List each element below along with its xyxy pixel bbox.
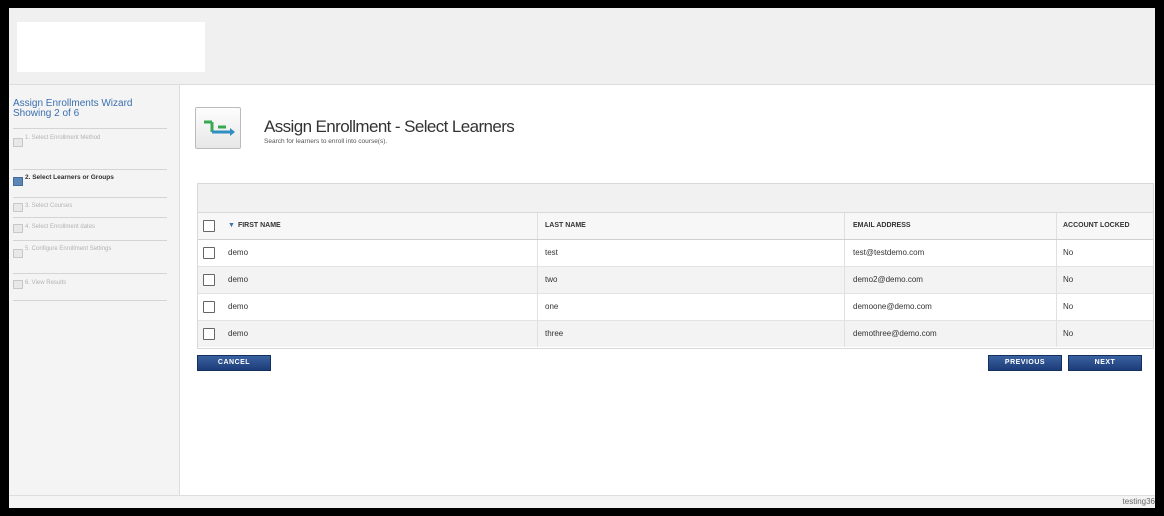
cell-email: test@testdemo.com — [853, 248, 925, 257]
wizard-progress-label: Showing 2 of 6 — [13, 108, 80, 119]
column-header-last-name[interactable]: LAST NAME — [545, 213, 586, 239]
step-checkbox-icon — [13, 138, 23, 147]
step-checkbox-icon — [13, 203, 23, 212]
step-label: 5. Configure Enrollment Settings — [25, 246, 112, 252]
step-checkbox-icon — [13, 249, 23, 258]
column-divider — [537, 240, 538, 266]
sort-desc-icon: ▼ — [228, 222, 235, 229]
footer-text: testing36 — [1122, 497, 1155, 506]
table-row[interactable]: demo two demo2@demo.com No — [198, 267, 1153, 294]
cell-first-name: demo — [228, 275, 249, 284]
column-divider — [1056, 240, 1057, 266]
cell-account-locked: No — [1063, 248, 1074, 257]
column-divider — [537, 294, 538, 320]
cell-last-name: one — [545, 302, 559, 311]
header-bar — [9, 8, 1155, 85]
step-checkbox-icon — [13, 280, 23, 289]
cell-account-locked: No — [1063, 329, 1074, 338]
step-label: 6. View Results — [25, 280, 67, 286]
wizard-step-3[interactable]: 3. Select Courses — [13, 197, 167, 216]
column-divider — [537, 213, 538, 239]
cell-account-locked: No — [1063, 275, 1074, 284]
cell-account-locked: No — [1063, 302, 1074, 311]
step-checkbox-icon — [13, 224, 23, 233]
wizard-step-4[interactable]: 4. Select Enrollment dates — [13, 217, 167, 238]
step-label: 1. Select Enrollment Method — [25, 135, 101, 141]
cancel-button[interactable]: CANCEL — [197, 355, 271, 371]
table-row[interactable]: demo one demoone@demo.com No — [198, 294, 1153, 321]
row-checkbox[interactable] — [203, 247, 215, 259]
wizard-step-2[interactable]: 2. Select Learners or Groups — [13, 169, 167, 196]
column-divider — [844, 294, 845, 320]
wizard-title: Assign Enrollments Wizard Showing 2 of 6 — [13, 99, 163, 119]
cell-first-name: demo — [228, 329, 249, 338]
step-checkbox-icon — [13, 177, 23, 186]
column-divider — [1056, 294, 1057, 320]
table-toolbar — [198, 184, 1153, 213]
logo-area — [17, 22, 205, 72]
wizard-step-1[interactable]: 1. Select Enrollment Method — [13, 128, 167, 159]
column-divider — [537, 267, 538, 293]
row-checkbox[interactable] — [203, 328, 215, 340]
select-all-checkbox[interactable] — [203, 220, 215, 232]
column-header-first-name[interactable]: ▼ FIRST NAME — [228, 213, 281, 239]
column-divider — [844, 267, 845, 293]
column-divider — [537, 321, 538, 347]
column-divider — [844, 213, 845, 239]
page-title: Assign Enrollment - Select Learners — [264, 117, 515, 136]
row-checkbox[interactable] — [203, 274, 215, 286]
table-header-row: ▼ FIRST NAME LAST NAME EMAIL ADDRESS ACCO… — [198, 213, 1153, 240]
row-checkbox[interactable] — [203, 301, 215, 313]
cell-email: demo2@demo.com — [853, 275, 923, 284]
cell-last-name: three — [545, 329, 564, 338]
column-header-email[interactable]: EMAIL ADDRESS — [853, 213, 911, 239]
column-header-label: FIRST NAME — [237, 222, 281, 229]
wizard-sidebar: Assign Enrollments Wizard Showing 2 of 6… — [9, 85, 180, 495]
table-row[interactable]: demo three demothree@demo.com No — [198, 321, 1153, 347]
cell-email: demoone@demo.com — [853, 302, 932, 311]
column-divider — [844, 321, 845, 347]
wizard-step-6[interactable]: 6. View Results — [13, 273, 167, 301]
wizard-step-5[interactable]: 5. Configure Enrollment Settings — [13, 240, 167, 269]
step-label: 2. Select Learners or Groups — [25, 174, 114, 181]
cell-last-name: test — [545, 248, 558, 257]
previous-button[interactable]: PREVIOUS — [988, 355, 1062, 371]
table-row[interactable]: demo test test@testdemo.com No — [198, 240, 1153, 267]
learners-table: ▼ FIRST NAME LAST NAME EMAIL ADDRESS ACCO… — [197, 183, 1154, 349]
main-content: Assign Enrollment - Select Learners Sear… — [180, 85, 1155, 495]
app-window: Assign Enrollments Wizard Showing 2 of 6… — [9, 8, 1155, 508]
page-subtitle: Search for learners to enroll into cours… — [264, 138, 388, 145]
enrollment-icon — [195, 107, 241, 149]
column-header-account-locked[interactable]: ACCOUNT LOCKED — [1063, 213, 1130, 239]
cell-email: demothree@demo.com — [853, 329, 937, 338]
step-label: 4. Select Enrollment dates — [25, 224, 96, 230]
cell-first-name: demo — [228, 248, 249, 257]
next-button[interactable]: NEXT — [1068, 355, 1142, 371]
cell-first-name: demo — [228, 302, 249, 311]
footer-bar: testing36 — [9, 495, 1155, 508]
column-divider — [1056, 321, 1057, 347]
step-label: 3. Select Courses — [25, 203, 73, 209]
column-divider — [1056, 267, 1057, 293]
cell-last-name: two — [545, 275, 558, 284]
column-divider — [1056, 213, 1057, 239]
column-divider — [844, 240, 845, 266]
